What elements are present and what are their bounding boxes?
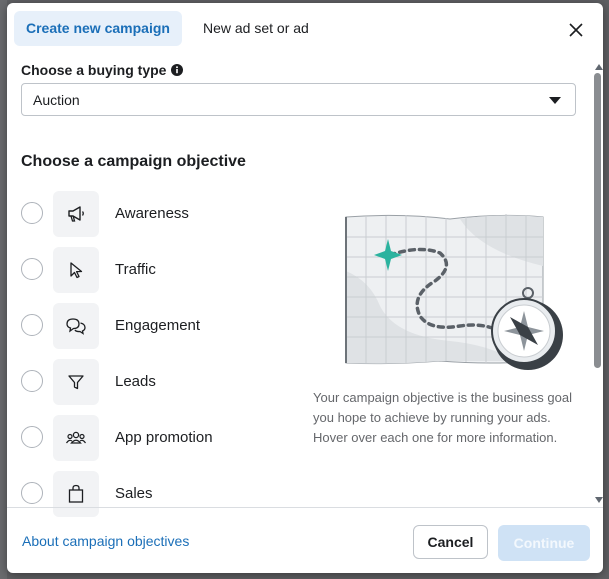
radio-button[interactable] bbox=[21, 202, 43, 224]
radio-button[interactable] bbox=[21, 370, 43, 392]
tab-create-new-campaign[interactable]: Create new campaign bbox=[14, 11, 182, 46]
scroll-up-arrow-icon[interactable] bbox=[595, 64, 603, 70]
objective-label: Awareness bbox=[115, 205, 189, 222]
dialog-footer: About campaign objectives Cancel Continu… bbox=[7, 507, 603, 573]
radio-button[interactable] bbox=[21, 314, 43, 336]
objective-label: Leads bbox=[115, 373, 156, 390]
buying-type-label-text: Choose a buying type bbox=[21, 62, 167, 78]
close-icon[interactable] bbox=[566, 20, 586, 40]
scroll-down-arrow-icon[interactable] bbox=[595, 497, 603, 503]
cursor-icon bbox=[53, 247, 99, 293]
objective-awareness[interactable]: Awareness bbox=[7, 191, 297, 237]
radio-button[interactable] bbox=[21, 258, 43, 280]
radio-button[interactable] bbox=[21, 482, 43, 504]
objective-label: Engagement bbox=[115, 317, 201, 334]
cancel-button[interactable]: Cancel bbox=[413, 525, 488, 559]
buying-type-value: Auction bbox=[33, 92, 80, 108]
objective-description: Your campaign objective is the business … bbox=[313, 390, 572, 445]
create-campaign-dialog: Create new campaign New ad set or ad Cho… bbox=[7, 3, 603, 573]
objective-traffic[interactable]: Traffic bbox=[7, 247, 297, 293]
buying-type-label: Choose a buying type bbox=[21, 62, 184, 79]
objective-app-promotion[interactable]: App promotion bbox=[7, 415, 297, 461]
objective-label: App promotion bbox=[115, 429, 213, 446]
objective-label: Traffic bbox=[115, 261, 156, 278]
funnel-icon bbox=[53, 359, 99, 405]
chat-bubbles-icon bbox=[53, 303, 99, 349]
buying-type-select[interactable]: Auction bbox=[21, 83, 576, 116]
people-icon bbox=[53, 415, 99, 461]
continue-button[interactable]: Continue bbox=[498, 525, 590, 561]
background-page bbox=[0, 0, 7, 579]
scrollbar-thumb[interactable] bbox=[594, 73, 601, 368]
objective-heading: Choose a campaign objective bbox=[21, 153, 246, 170]
tab-new-ad-set-or-ad[interactable]: New ad set or ad bbox=[191, 11, 321, 46]
objective-leads[interactable]: Leads bbox=[7, 359, 297, 405]
info-icon[interactable] bbox=[171, 63, 184, 79]
objective-label: Sales bbox=[115, 485, 153, 502]
radio-button[interactable] bbox=[21, 426, 43, 448]
about-campaign-objectives-link[interactable]: About campaign objectives bbox=[22, 533, 189, 549]
map-compass-illustration bbox=[340, 211, 565, 376]
megaphone-icon bbox=[53, 191, 99, 237]
chevron-down-icon bbox=[549, 97, 561, 104]
objective-engagement[interactable]: Engagement bbox=[7, 303, 297, 349]
